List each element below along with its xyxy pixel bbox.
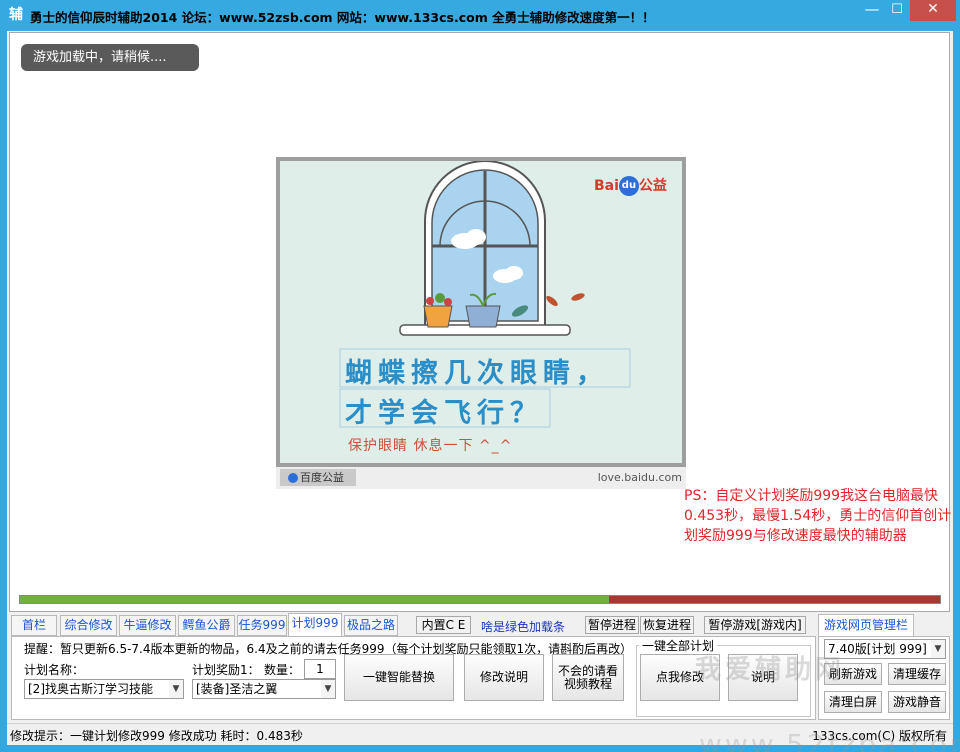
chevron-down-icon: ▼	[931, 640, 945, 658]
plan-name-select[interactable]: [2]找奥古斯汀学习技能 ▼	[24, 679, 184, 699]
reward-value: [装备]圣洁之翼	[196, 682, 278, 696]
close-button[interactable]: ✕	[910, 0, 956, 21]
quantity-label: 数量：	[264, 663, 301, 677]
tab-quest-999[interactable]: 任务999	[237, 615, 287, 636]
green-bar-help-link[interactable]: 啥是绿色加载条	[481, 618, 565, 635]
ad-footer-brand[interactable]: 百度公益	[280, 469, 356, 486]
tab-plan-999[interactable]: 计划999	[288, 613, 342, 637]
progress-fill	[20, 596, 609, 603]
ps-note: PS：自定义计划奖励999我这台电脑最快0.453秒，最慢1.54秒，勇士的信仰…	[684, 488, 952, 544]
pause-game-button[interactable]: 暂停游戏[游戏内]	[704, 616, 806, 634]
tab-general-edit[interactable]: 综合修改	[60, 615, 117, 636]
paw-icon	[288, 473, 298, 483]
ad-footer-url[interactable]: love.baidu.com	[598, 471, 682, 484]
tab-crocodile-duke[interactable]: 鳄鱼公爵	[178, 615, 235, 636]
maximize-button[interactable]: ☐	[884, 0, 910, 21]
chevron-down-icon: ▼	[321, 680, 335, 698]
ad-subline: 保护眼睛 休息一下 ^_^	[348, 438, 513, 454]
app-icon: 辅	[9, 7, 23, 23]
plan-name-label: 计划名称：	[24, 663, 85, 677]
edit-help-button[interactable]: 修改说明	[464, 654, 544, 701]
baidu-logo-gongyi: 公益	[638, 178, 667, 194]
tab-awesome-edit[interactable]: 牛逼修改	[119, 615, 176, 636]
baidu-logo-du: du	[618, 176, 639, 196]
smart-replace-button[interactable]: 一键智能替换	[344, 654, 454, 701]
ad-footer-brand-label: 百度公益	[300, 471, 344, 484]
tab-home[interactable]: 首栏	[11, 615, 57, 636]
watermark-title: 我爱辅助网	[695, 655, 846, 685]
status-message: 修改提示：一键计划修改999 修改成功 耗时：0.483秒	[10, 729, 303, 743]
ad-headline-2: 才学会飞行？	[345, 398, 543, 429]
loading-progress-bar	[19, 595, 941, 604]
baidu-ad-image: Bai du 公益 蝴蝶擦几次眼睛， 才学会飞行？ 保护眼睛 休息一下 ^_^	[276, 157, 686, 467]
resume-process-button[interactable]: 恢复进程	[640, 616, 694, 634]
clear-cache-button[interactable]: 清理缓存	[888, 663, 946, 685]
ad-headline-1: 蝴蝶擦几次眼睛，	[345, 358, 609, 389]
ad-footer: 百度公益 love.baidu.com	[276, 467, 686, 489]
quantity-input[interactable]: 1	[304, 659, 336, 679]
baidu-logo: Bai du 公益	[594, 175, 667, 196]
tab-web-management[interactable]: 游戏网页管理栏	[818, 614, 914, 636]
mute-game-button[interactable]: 游戏静音	[888, 691, 946, 713]
game-webview[interactable]: 游戏加载中，请稍候.... Bai du 公益 蝴蝶擦几次眼睛， 才学会飞行？ …	[9, 32, 952, 612]
clear-whitescreen-button[interactable]: 清理白屏	[824, 691, 882, 713]
client-area: 游戏加载中，请稍候.... Bai du 公益 蝴蝶擦几次眼睛， 才学会飞行？ …	[7, 31, 960, 752]
chevron-down-icon: ▼	[169, 680, 183, 698]
reward-label: 计划奖励1：	[192, 663, 260, 677]
minimize-button[interactable]: —	[859, 0, 885, 21]
builtin-ce-button[interactable]: 内置C E	[416, 616, 471, 634]
baidu-logo-bai: Bai	[594, 178, 619, 194]
title-bar[interactable]: 辅 勇士的信仰辰时辅助2014 论坛：www.52zsb.com 网站：www.…	[0, 0, 960, 31]
plan-name-value: [2]找奥古斯汀学习技能	[28, 682, 153, 696]
reward-select[interactable]: [装备]圣洁之翼 ▼	[192, 679, 336, 699]
window-title: 勇士的信仰辰时辅助2014 论坛：www.52zsb.com 网站：www.13…	[30, 10, 655, 25]
loading-indicator: 游戏加载中，请稍候....	[21, 44, 199, 71]
video-tutorial-button[interactable]: 不会的请看视频教程	[552, 654, 624, 701]
pause-process-button[interactable]: 暂停进程	[585, 616, 639, 634]
watermark-url: www.52fzba.com	[699, 728, 960, 752]
tab-legendary-road[interactable]: 极品之路	[344, 615, 398, 636]
